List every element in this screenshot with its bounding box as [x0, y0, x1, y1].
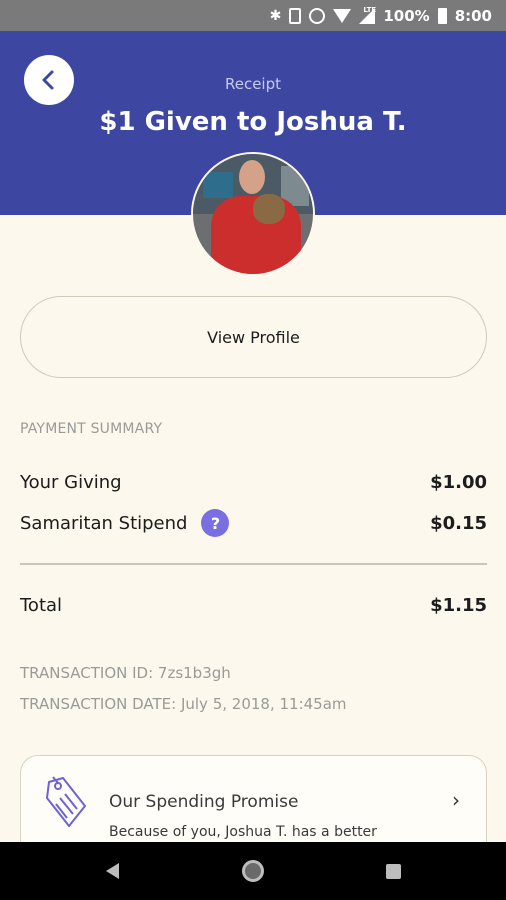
- alarm-icon: [309, 7, 326, 24]
- battery-icon: [437, 7, 447, 24]
- status-bar: ✱ LTE 100% 8:00: [0, 0, 506, 31]
- battery-percent: 100%: [383, 6, 430, 25]
- giving-label: Your Giving: [20, 471, 122, 493]
- price-tag-icon: [46, 776, 86, 827]
- stipend-row: Samaritan Stipend ? $0.15: [20, 509, 487, 537]
- promise-body: Because of you, Joshua T. has a better: [109, 824, 377, 840]
- stipend-value: $0.15: [430, 512, 487, 534]
- transaction-date: TRANSACTION DATE: July 5, 2018, 11:45am: [20, 695, 347, 713]
- avatar-person-head: [239, 160, 265, 194]
- giving-value: $1.00: [430, 471, 487, 493]
- total-label: Total: [20, 594, 63, 616]
- vibrate-icon: [289, 7, 302, 24]
- avatar-pet: [253, 194, 285, 224]
- total-row: Total $1.15: [20, 591, 487, 619]
- help-icon[interactable]: ?: [201, 509, 230, 537]
- bluetooth-icon: ✱: [269, 7, 282, 24]
- avatar: [191, 152, 315, 276]
- stipend-label-wrap: Samaritan Stipend ?: [20, 509, 230, 537]
- total-value: $1.15: [430, 594, 487, 616]
- view-profile-button[interactable]: View Profile: [20, 296, 487, 378]
- wifi-icon: [333, 8, 352, 23]
- giving-row: Your Giving $1.00: [20, 468, 487, 496]
- network-type: LTE: [363, 5, 377, 14]
- nav-back-icon[interactable]: [106, 863, 119, 879]
- promise-title: Our Spending Promise: [109, 792, 299, 812]
- nav-home-icon[interactable]: [242, 860, 264, 882]
- page-title: $1 Given to Joshua T.: [99, 107, 407, 137]
- header-label: Receipt: [224, 75, 282, 93]
- clock: 8:00: [454, 6, 492, 25]
- avatar-background-detail: [203, 172, 233, 198]
- payment-summary-heading: PAYMENT SUMMARY: [20, 421, 163, 437]
- cell-signal-icon: LTE: [359, 5, 377, 24]
- navigation-bar: [0, 842, 506, 900]
- nav-recents-icon[interactable]: [386, 864, 401, 879]
- stipend-label: Samaritan Stipend: [20, 512, 188, 534]
- transaction-id: TRANSACTION ID: 7zs1b3gh: [20, 664, 231, 682]
- chevron-right-icon: ›: [452, 788, 460, 812]
- divider: [20, 563, 487, 565]
